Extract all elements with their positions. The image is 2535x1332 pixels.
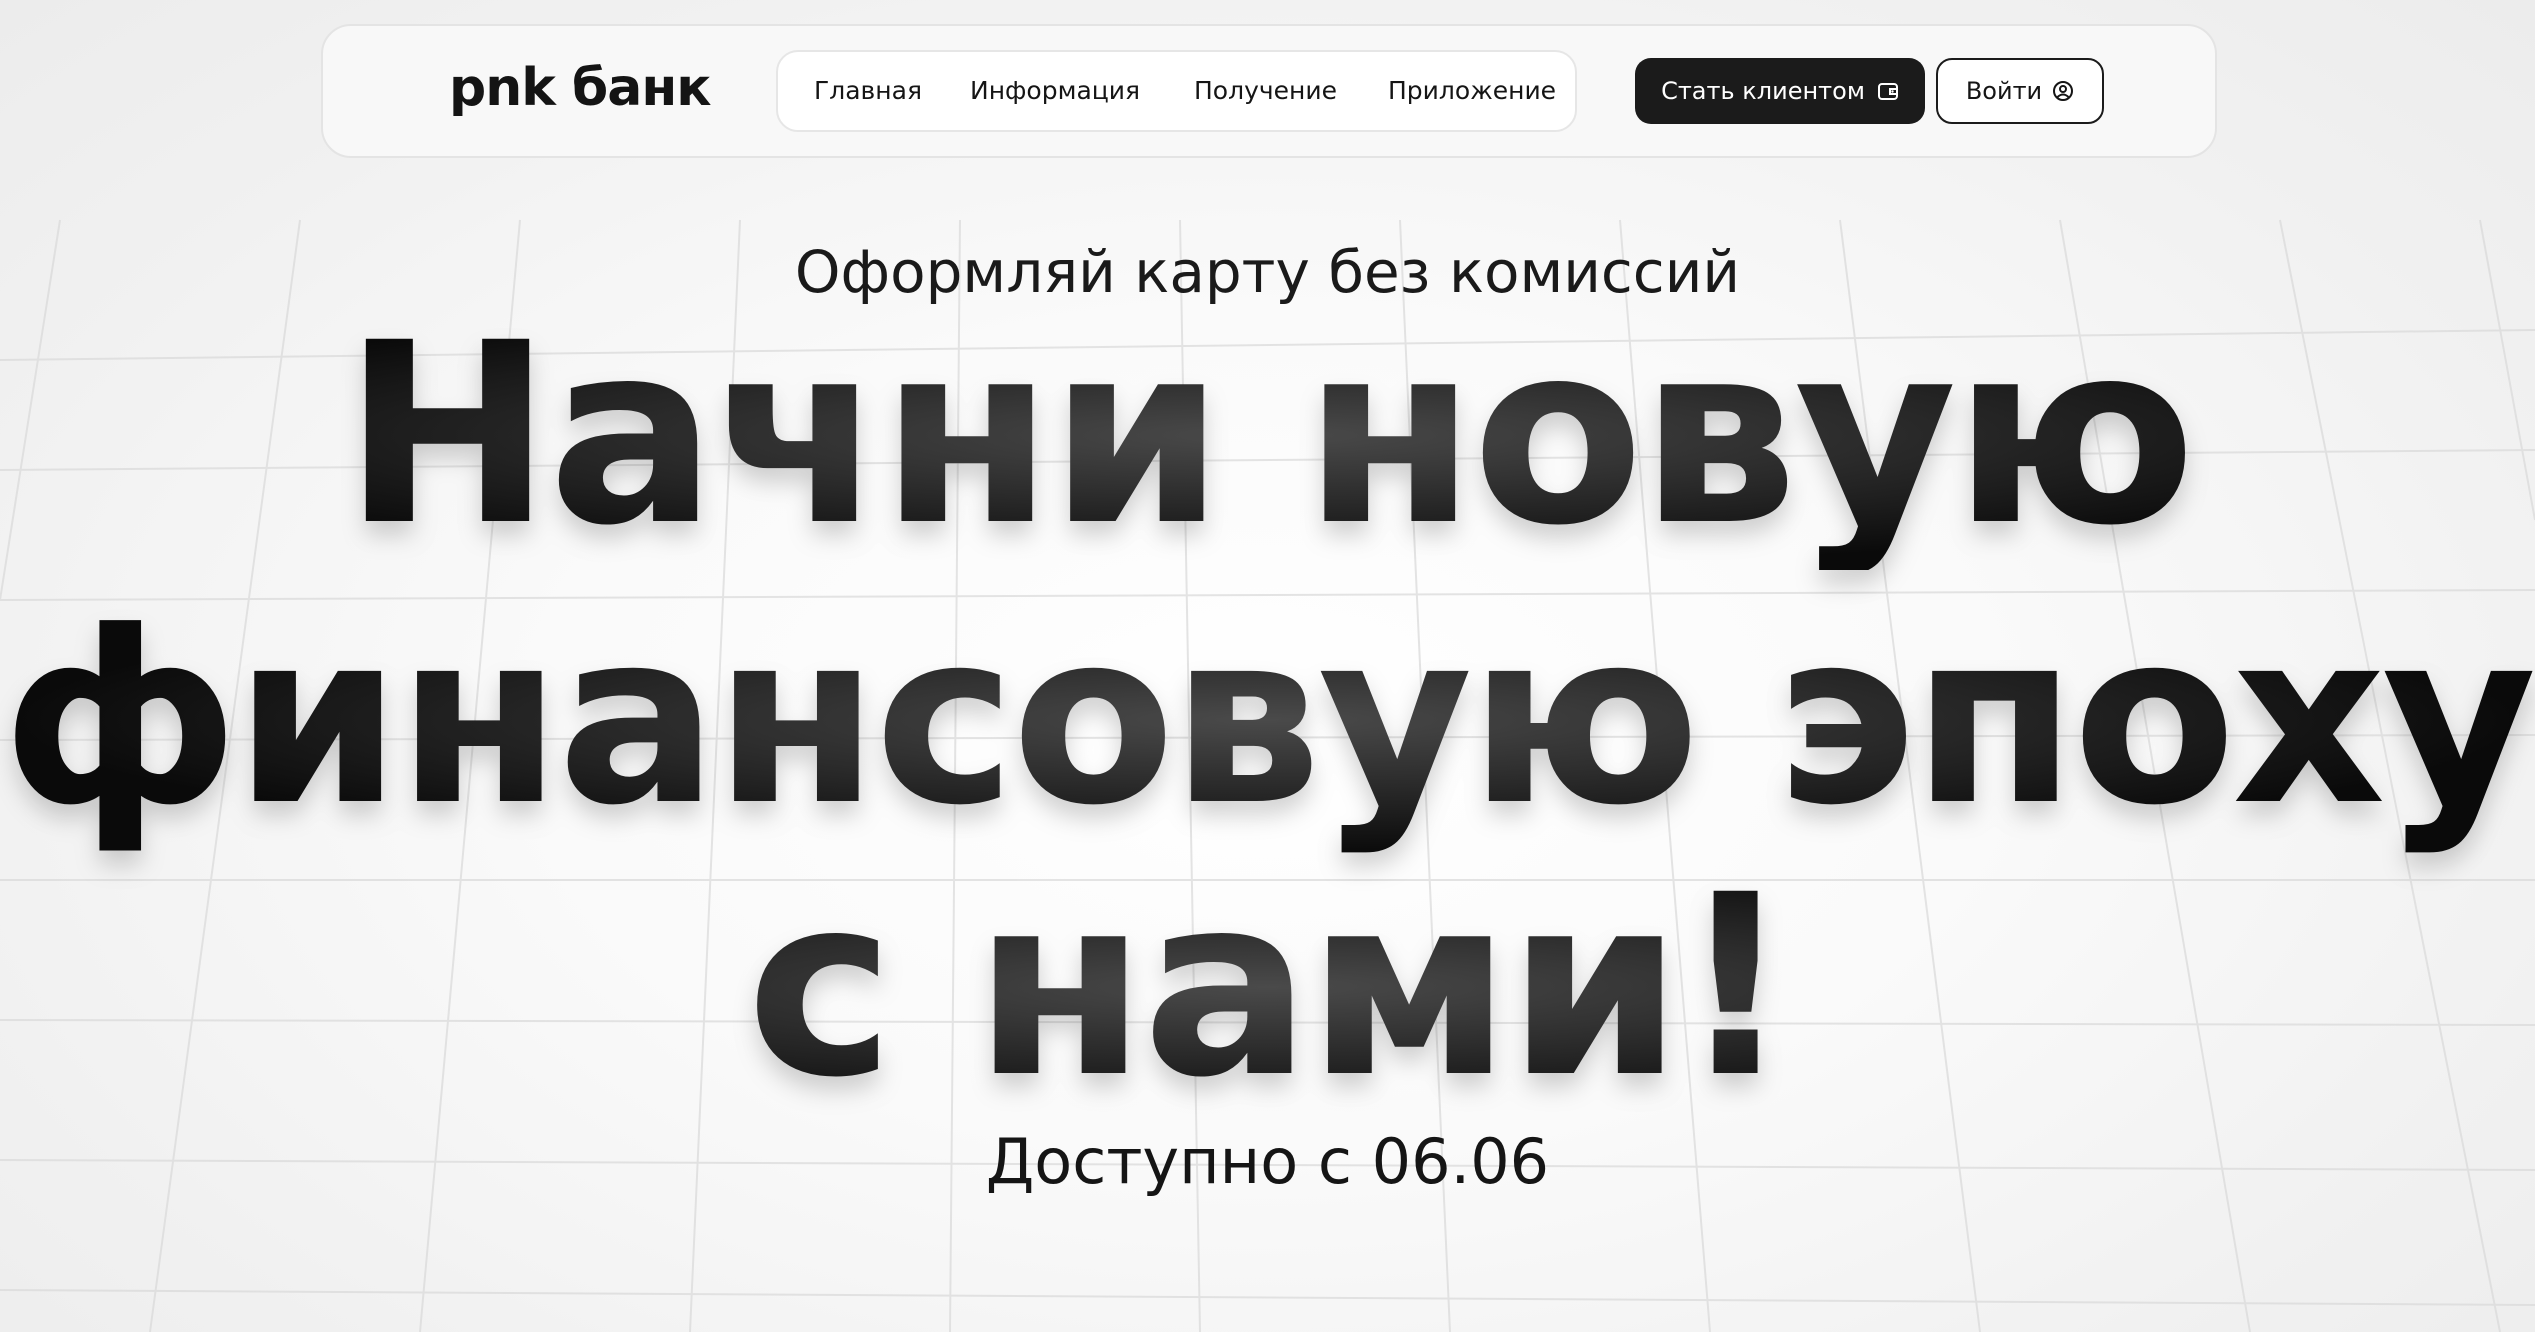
login-button[interactable]: Войти [1936, 58, 2104, 124]
login-label: Войти [1965, 77, 2043, 105]
nav-item-info[interactable]: Информация [970, 52, 1140, 130]
become-client-label: Стать клиентом [1661, 77, 1865, 105]
user-circle-icon [2052, 80, 2074, 102]
main-nav: Главная Информация Получение Приложение [776, 50, 1577, 132]
nav-item-home[interactable]: Главная [814, 52, 922, 130]
availability-date: Доступно с 06.06 [985, 1125, 1550, 1198]
hero-headline-line-1: Начни новую [0, 300, 2535, 570]
become-client-button[interactable]: Стать клиентом [1635, 58, 1925, 124]
nav-item-app[interactable]: Приложение [1388, 52, 1556, 130]
wallet-icon [1877, 80, 1899, 102]
hero-headline-line-2: финансовую эпоху [0, 585, 2535, 855]
hero-headline-line-3: с нами! [0, 852, 2535, 1122]
bank-logo[interactable]: pnk банк [449, 48, 712, 128]
nav-item-obtaining[interactable]: Получение [1194, 52, 1337, 130]
